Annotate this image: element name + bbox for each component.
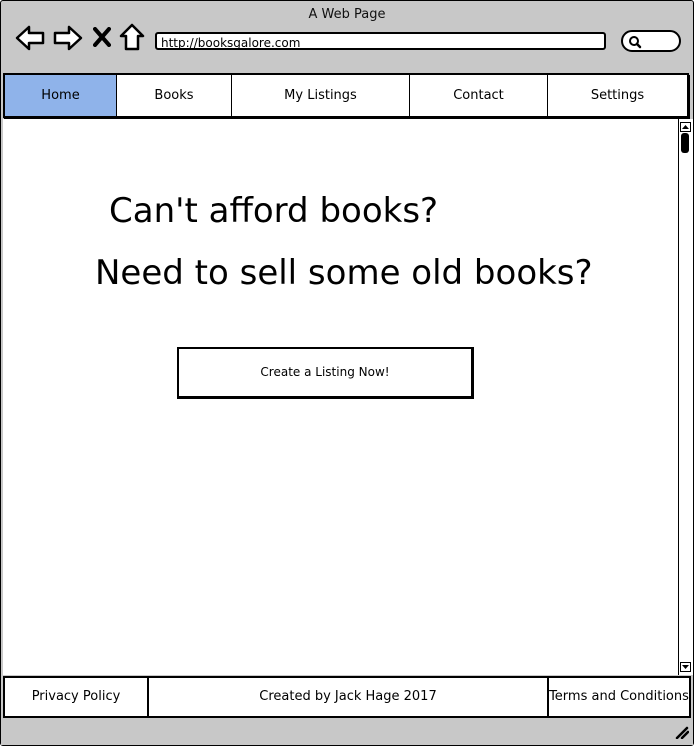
resize-grip-icon[interactable] (673, 725, 689, 739)
tab-settings[interactable]: Settings (548, 75, 687, 116)
scroll-up-icon[interactable] (680, 122, 691, 132)
window-title: A Web Page (308, 7, 386, 22)
search-field[interactable] (621, 30, 681, 52)
vertical-scrollbar[interactable] (678, 119, 693, 675)
scroll-down-icon[interactable] (680, 662, 691, 672)
hero-headline-2: Need to sell some old books? (95, 253, 593, 293)
address-bar[interactable]: http://booksgalore.com (155, 32, 606, 50)
forward-icon[interactable] (53, 25, 83, 51)
back-icon[interactable] (15, 25, 45, 51)
tab-my-listings[interactable]: My Listings (232, 75, 410, 116)
create-listing-button[interactable]: Create a Listing Now! (177, 347, 474, 399)
close-icon[interactable] (93, 27, 111, 47)
terms-link[interactable]: Terms and Conditions (547, 676, 691, 718)
privacy-policy-link[interactable]: Privacy Policy (3, 676, 149, 718)
status-bar (1, 719, 693, 745)
scroll-thumb[interactable] (681, 133, 689, 153)
footer-credit: Created by Jack Hage 2017 (149, 676, 547, 718)
main-nav: Home Books My Listings Contact Settings (3, 73, 689, 118)
tab-contact[interactable]: Contact (410, 75, 548, 116)
footer: Privacy Policy Created by Jack Hage 2017… (3, 676, 691, 718)
tab-books[interactable]: Books (117, 75, 232, 116)
tab-home[interactable]: Home (5, 75, 117, 116)
hero-headline-1: Can't afford books? (109, 191, 439, 231)
browser-window: A Web Page http://booksgalore.com Home B… (0, 0, 694, 746)
search-icon (629, 36, 642, 49)
home-icon[interactable] (119, 23, 145, 51)
